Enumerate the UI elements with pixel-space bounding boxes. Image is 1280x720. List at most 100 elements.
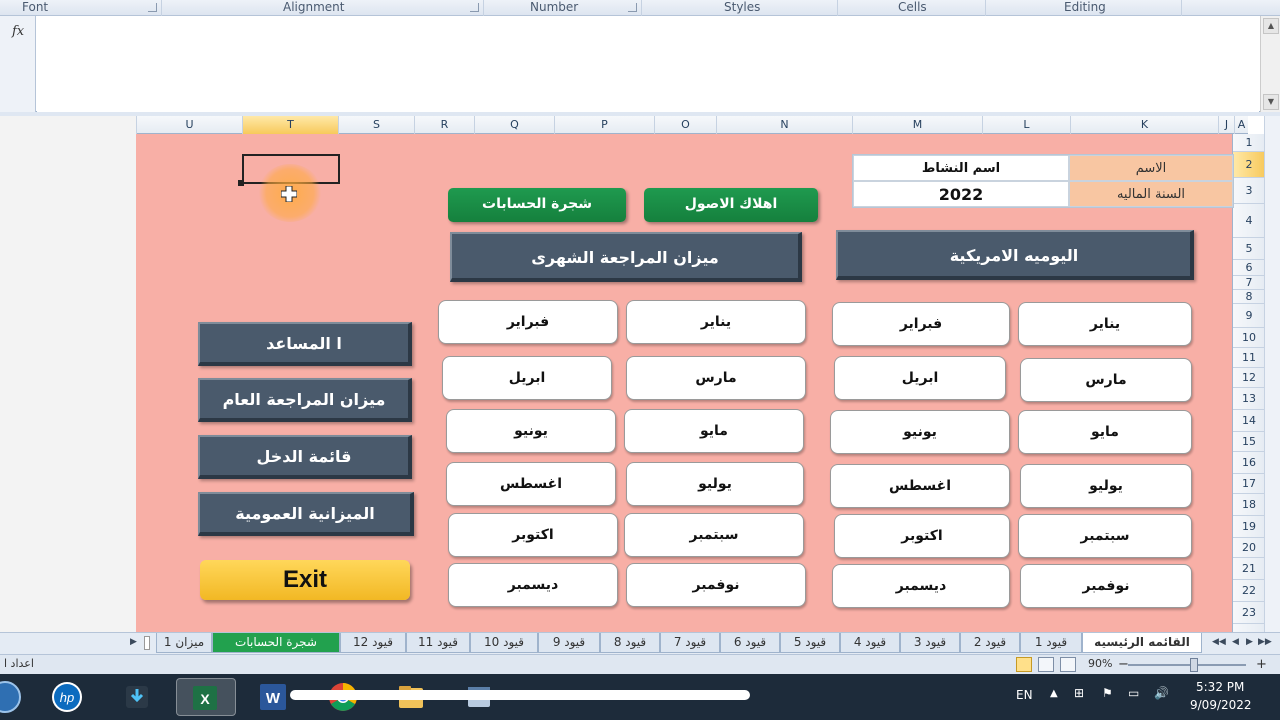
tab-scroll-next-icon[interactable]: ▶ (1246, 637, 1253, 647)
start-button-icon[interactable] (0, 680, 22, 714)
company-name-value[interactable]: اسم النشاط (853, 155, 1069, 181)
trial-month-august-button[interactable]: اغسطس (446, 462, 616, 506)
row-header-18[interactable]: 18 (1233, 494, 1265, 516)
row-header-3[interactable]: 3 (1233, 178, 1265, 204)
row-header-10[interactable]: 10 (1233, 328, 1265, 348)
excel-taskbar-button[interactable]: X (176, 678, 236, 716)
tab-journal-6[interactable]: قيود 6 (720, 633, 780, 653)
alignment-dialog-launcher-icon[interactable] (470, 3, 479, 12)
row-header-1[interactable]: 1 (1233, 134, 1265, 152)
battery-icon[interactable]: ▭ (1128, 686, 1139, 700)
zoom-slider-thumb[interactable] (1190, 658, 1198, 672)
column-header-m[interactable]: M (852, 116, 982, 134)
tab-journal-4[interactable]: قيود 4 (840, 633, 900, 653)
row-header-15[interactable]: 15 (1233, 432, 1265, 452)
journal-month-september-button[interactable]: سبتمبر (1018, 514, 1192, 558)
column-header-n[interactable]: N (716, 116, 852, 134)
column-header-k[interactable]: K (1070, 116, 1218, 134)
scroll-up-icon[interactable]: ▲ (1263, 18, 1279, 34)
tab-journal-9[interactable]: قيود 9 (538, 633, 600, 653)
row-header-8[interactable]: 8 (1233, 290, 1265, 304)
trial-month-december-button[interactable]: ديسمبر (448, 563, 618, 607)
journal-month-july-button[interactable]: يوليو (1020, 464, 1192, 508)
row-header-6[interactable]: 6 (1233, 260, 1265, 276)
american-journal-header[interactable]: اليوميه الامريكية (836, 230, 1194, 280)
trial-month-february-button[interactable]: فبراير (438, 300, 618, 344)
exit-button[interactable]: Exit (200, 560, 410, 600)
row-header-9[interactable]: 9 (1233, 304, 1265, 328)
word-icon[interactable]: W (254, 678, 292, 716)
journal-month-october-button[interactable]: اكتوبر (834, 514, 1010, 558)
row-header-12[interactable]: 12 (1233, 368, 1265, 388)
clock-time[interactable]: 5:32 PM (1196, 680, 1244, 694)
tab-journal-8[interactable]: قيود 8 (600, 633, 660, 653)
tab-scroll-last-icon[interactable]: ▶▶ (1258, 637, 1272, 647)
scroll-down-icon[interactable]: ▼ (1263, 94, 1279, 110)
page-layout-view-icon[interactable] (1038, 657, 1054, 672)
column-header-a[interactable]: A (1234, 116, 1248, 134)
row-header-23[interactable]: 23 (1233, 602, 1265, 624)
column-header-j[interactable]: J (1218, 116, 1234, 134)
journal-month-january-button[interactable]: يناير (1018, 302, 1192, 346)
zoom-slider[interactable] (1128, 664, 1246, 666)
tab-scroll-first-icon[interactable]: ▶ (130, 637, 137, 647)
column-header-r[interactable]: R (414, 116, 474, 134)
fiscal-year-value[interactable]: 2022 (853, 181, 1069, 207)
zoom-in-icon[interactable]: + (1256, 657, 1267, 672)
row-header-19[interactable]: 19 (1233, 516, 1265, 538)
asset-depreciation-button[interactable]: اهلاك الاصول (644, 188, 818, 222)
journal-month-november-button[interactable]: نوفمبر (1020, 564, 1192, 608)
journal-month-april-button[interactable]: ابريل (834, 356, 1006, 400)
volume-icon[interactable]: 🔊 (1154, 686, 1169, 700)
row-header-22[interactable]: 22 (1233, 580, 1265, 602)
zoom-level[interactable]: 90% (1088, 657, 1112, 670)
clock-date[interactable]: 9/09/2022 (1190, 698, 1252, 712)
row-header-4[interactable]: 4 (1233, 204, 1265, 238)
hp-app-icon[interactable]: hp (48, 678, 86, 716)
trial-month-november-button[interactable]: نوفمبر (626, 563, 806, 607)
column-header-l[interactable]: L (982, 116, 1070, 134)
tab-mizan-1[interactable]: ميزان 1 (156, 633, 212, 653)
income-statement-button[interactable]: قائمة الدخل (198, 435, 412, 479)
insert-function-button[interactable]: fx (0, 16, 36, 112)
trial-month-january-button[interactable]: يناير (626, 300, 806, 344)
trial-month-october-button[interactable]: اكتوبر (448, 513, 618, 557)
row-header-17[interactable]: 17 (1233, 474, 1265, 494)
column-header-t[interactable]: T (242, 116, 338, 134)
column-header-q[interactable]: Q (474, 116, 554, 134)
tab-journal-1[interactable]: قيود 1 (1020, 633, 1082, 653)
row-header-5[interactable]: 5 (1233, 238, 1265, 260)
formula-input[interactable] (37, 16, 1259, 112)
row-header-21[interactable]: 21 (1233, 558, 1265, 580)
horizontal-scroll-thumb[interactable] (144, 636, 150, 650)
network-icon[interactable]: ⊞ (1074, 686, 1084, 700)
formula-bar-scroll[interactable]: ▲ ▼ (1260, 16, 1280, 112)
balance-sheet-button[interactable]: الميزانية العمومية (198, 492, 414, 536)
column-header-u[interactable]: U (136, 116, 242, 134)
tab-main-menu[interactable]: القائمه الرئيسيه (1082, 633, 1202, 653)
tab-journal-3[interactable]: قيود 3 (900, 633, 960, 653)
trial-month-july-button[interactable]: يوليو (626, 462, 804, 506)
column-header-s[interactable]: S (338, 116, 414, 134)
journal-month-may-button[interactable]: مايو (1018, 410, 1192, 454)
tab-scroll-prev-icon[interactable]: ◀ (1232, 637, 1239, 647)
tab-journal-12[interactable]: قيود 12 (340, 633, 406, 653)
trial-month-september-button[interactable]: سبتمبر (624, 513, 804, 557)
flag-icon[interactable]: ⚑ (1102, 686, 1113, 700)
journal-month-august-button[interactable]: اغسطس (830, 464, 1010, 508)
downloader-app-icon[interactable] (118, 678, 156, 716)
journal-month-february-button[interactable]: فبراير (832, 302, 1010, 346)
trial-month-may-button[interactable]: مايو (624, 409, 804, 453)
general-trial-balance-button[interactable]: ميزان المراجعة العام (198, 378, 412, 422)
language-indicator[interactable]: EN (1016, 688, 1033, 702)
trial-month-june-button[interactable]: يونيو (446, 409, 616, 453)
page-break-view-icon[interactable] (1060, 657, 1076, 672)
chart-of-accounts-button[interactable]: شجرة الحسابات (448, 188, 626, 222)
row-header-16[interactable]: 16 (1233, 452, 1265, 474)
row-header-7[interactable]: 7 (1233, 276, 1265, 290)
tab-journal-2[interactable]: قيود 2 (960, 633, 1020, 653)
trial-month-march-button[interactable]: مارس (626, 356, 806, 400)
assistant-button[interactable]: ا المساعد (198, 322, 412, 366)
tab-chart-of-accounts[interactable]: شجرة الحسابات (212, 633, 340, 653)
column-header-o[interactable]: O (654, 116, 716, 134)
